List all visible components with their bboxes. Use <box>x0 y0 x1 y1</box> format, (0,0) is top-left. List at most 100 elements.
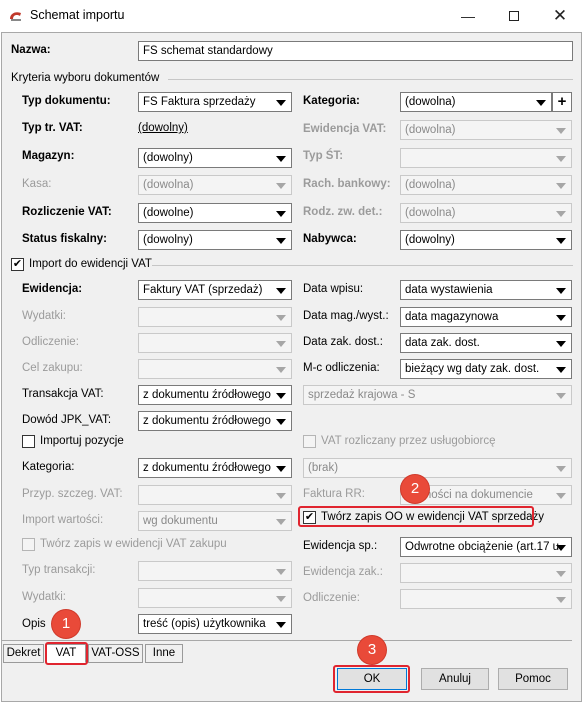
chevron-down-icon <box>556 597 566 603</box>
vat-rozliczany-checkbox <box>303 435 316 448</box>
typ-transakcji-label: Typ transakcji: <box>22 564 96 576</box>
ewidencja-sp-select[interactable]: Odwrotne obciążenie (art.17 u <box>400 537 572 557</box>
kategoria2-right-value: (brak) <box>308 462 339 474</box>
mc-odliczenia-value: bieżący wg daty zak. dost. <box>405 363 540 375</box>
importuj-pozycje-checkbox[interactable] <box>22 435 35 448</box>
ewidencja-value: Faktury VAT (sprzedaż) <box>143 284 263 296</box>
odliczenie2-label: Odliczenie: <box>303 592 360 604</box>
import-wartosci-label: Import wartości: <box>22 514 104 526</box>
data-mag-wyst-select[interactable]: data magazynowa <box>400 307 572 327</box>
add-category-button[interactable]: + <box>552 92 572 112</box>
tworz-zapis-zakupu-label: Twórz zapis w ewidencji VAT zakupu <box>40 538 227 550</box>
ewidencja-vat-select: (dowolna) <box>400 120 572 140</box>
status-fiskalny-label: Status fiskalny: <box>22 233 107 245</box>
odliczenie-select <box>138 333 292 353</box>
chevron-down-icon <box>556 156 566 162</box>
nabywca-label: Nabywca: <box>303 233 357 245</box>
typ-tr-vat-link[interactable]: (dowolny) <box>138 122 188 134</box>
nazwa-label: Nazwa: <box>11 44 51 56</box>
sprzedaz-krajowa-value: sprzedaż krajowa - S <box>308 389 416 401</box>
transakcja-vat-select[interactable]: z dokumentu źródłowego <box>138 385 292 405</box>
chevron-down-icon <box>556 315 566 321</box>
tab-dekret[interactable]: Dekret <box>3 644 44 663</box>
chevron-down-icon <box>276 211 286 217</box>
wydatki-label: Wydatki: <box>22 310 66 322</box>
chevron-down-icon <box>276 393 286 399</box>
pomoc-button[interactable]: Pomoc <box>498 668 568 690</box>
close-icon[interactable]: ✕ <box>537 0 583 32</box>
app-logo-icon <box>10 12 21 21</box>
data-mag-wyst-label: Data mag./wyst.: <box>303 310 389 322</box>
chevron-down-icon <box>276 156 286 162</box>
import-wartosci-value: wg dokumentu <box>143 515 218 527</box>
chevron-down-icon <box>276 569 286 575</box>
chevron-down-icon <box>276 288 286 294</box>
chevron-down-icon <box>556 288 566 294</box>
chevron-down-icon <box>276 419 286 425</box>
maximize-icon[interactable] <box>491 0 537 32</box>
chevron-down-icon <box>556 493 566 499</box>
chevron-down-icon <box>556 466 566 472</box>
rozliczenie-vat-label: Rozliczenie VAT: <box>22 206 112 218</box>
typ-dokumentu-label: Typ dokumentu: <box>22 95 111 107</box>
import-ewidencji-checkbox[interactable]: ✔ <box>11 258 24 271</box>
import-wartosci-select: wg dokumentu <box>138 511 292 531</box>
chevron-down-icon <box>556 211 566 217</box>
anuluj-button[interactable]: Anuluj <box>421 668 489 690</box>
typ-dokumentu-select[interactable]: FS Faktura sprzedaży <box>138 92 292 112</box>
chevron-down-icon <box>276 622 286 628</box>
ewidencja-label: Ewidencja: <box>22 283 83 295</box>
chevron-down-icon <box>556 128 566 134</box>
step-badge-3: 3 <box>358 636 386 664</box>
tab-vat-oss[interactable]: VAT-OSS <box>88 644 143 663</box>
opis-select[interactable]: treść (opis) użytkownika <box>138 614 292 634</box>
opis-label: Opis <box>22 618 46 630</box>
minimize-icon[interactable]: — <box>445 0 491 32</box>
ewidencja-zak-select <box>400 563 572 583</box>
title-bar: Schemat importu — ✕ <box>0 0 583 32</box>
ewidencja-vat-label: Ewidencja VAT: <box>303 123 387 135</box>
data-zak-dost-value: data zak. dost. <box>405 337 480 349</box>
chevron-down-icon <box>556 238 566 244</box>
highlight-ok-button <box>333 665 410 693</box>
chevron-down-icon <box>556 367 566 373</box>
data-wpisu-value: data wystawienia <box>405 284 493 296</box>
section-divider <box>168 79 573 80</box>
status-fiskalny-select[interactable]: (dowolny) <box>138 230 292 250</box>
kryteria-heading: Kryteria wyboru dokumentów <box>11 72 160 84</box>
tab-inne[interactable]: Inne <box>145 644 183 663</box>
wydatki2-select <box>138 588 292 608</box>
kategoria-value: (dowolna) <box>405 96 456 108</box>
status-fiskalny-value: (dowolny) <box>143 234 193 246</box>
nabywca-select[interactable]: (dowolny) <box>400 230 572 250</box>
data-wpisu-select[interactable]: data wystawienia <box>400 280 572 300</box>
chevron-down-icon <box>556 545 566 551</box>
kasa-label: Kasa: <box>22 178 52 190</box>
kategoria2-value: z dokumentu źródłowego <box>143 462 271 474</box>
mc-odliczenia-select[interactable]: bieżący wg daty zak. dost. <box>400 359 572 379</box>
transakcja-vat-label: Transakcja VAT: <box>22 388 104 400</box>
sprzedaz-krajowa-select: sprzedaż krajowa - S <box>303 385 572 405</box>
kategoria2-label: Kategoria: <box>22 461 75 473</box>
dowod-jpk-vat-select[interactable]: z dokumentu źródłowego <box>138 411 292 431</box>
kategoria2-select[interactable]: z dokumentu źródłowego <box>138 458 292 478</box>
chevron-down-icon <box>536 100 546 106</box>
rozliczenie-vat-select[interactable]: (dowolne) <box>138 203 292 223</box>
chevron-down-icon <box>276 100 286 106</box>
przyp-szczeg-label: Przyp. szczeg. VAT: <box>22 488 123 500</box>
ewidencja-sp-label: Ewidencja sp.: <box>303 540 378 552</box>
window-title: Schemat importu <box>30 8 125 22</box>
dowod-jpk-vat-value: z dokumentu źródłowego <box>143 415 271 427</box>
step-badge-2: 2 <box>401 475 429 503</box>
rodz-zw-det-label: Rodz. zw. det.: <box>303 206 383 218</box>
magazyn-select[interactable]: (dowolny) <box>138 148 292 168</box>
data-mag-wyst-value: data magazynowa <box>405 311 499 323</box>
nazwa-input[interactable]: FS schemat standardowy <box>138 41 573 61</box>
rodz-zw-det-value: (dowolna) <box>405 207 456 219</box>
ewidencja-select[interactable]: Faktury VAT (sprzedaż) <box>138 280 292 300</box>
data-zak-dost-select[interactable]: data zak. dost. <box>400 333 572 353</box>
typ-tr-vat-label: Typ tr. VAT: <box>22 122 83 134</box>
transakcja-vat-value: z dokumentu źródłowego <box>143 389 271 401</box>
kategoria-select[interactable]: (dowolna) <box>400 92 552 112</box>
rach-bankowy-select: (dowolna) <box>400 175 572 195</box>
